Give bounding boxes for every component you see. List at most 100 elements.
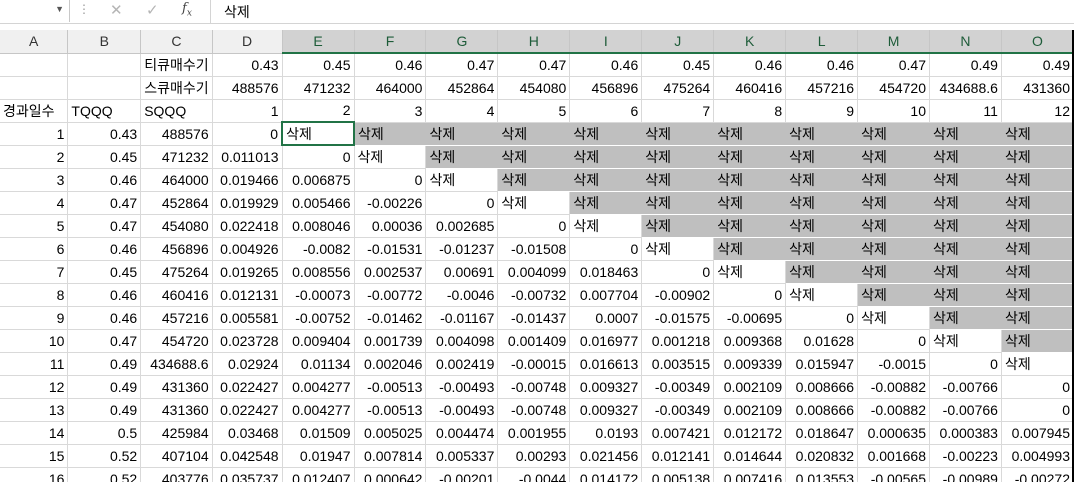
cell[interactable]: 0.013553 — [785, 467, 859, 482]
cell[interactable]: 0.5 — [67, 421, 142, 445]
cell[interactable]: 8 — [713, 99, 787, 123]
cell[interactable]: 460416 — [140, 283, 213, 307]
row-label-cell[interactable]: 1 — [0, 122, 69, 146]
delete-label-cell[interactable]: 삭제 — [1001, 260, 1074, 284]
delete-label-cell[interactable]: 삭제 — [641, 237, 715, 261]
delete-label-cell[interactable]: 삭제 — [569, 191, 643, 215]
delete-label-cell[interactable]: 삭제 — [569, 214, 643, 238]
cell[interactable]: 0.005025 — [354, 421, 427, 445]
delete-label-cell[interactable]: 삭제 — [497, 122, 571, 146]
cell[interactable]: -0.00015 — [497, 352, 571, 376]
row-label-cell[interactable]: 8 — [0, 283, 69, 307]
delete-label-cell[interactable]: 삭제 — [857, 306, 930, 330]
cell[interactable]: 0.45 — [282, 53, 355, 77]
cell[interactable]: 12 — [1001, 99, 1074, 123]
more-options-icon[interactable]: ⋮ — [78, 2, 90, 16]
cell[interactable]: 0.012172 — [713, 421, 787, 445]
row-label-cell[interactable]: 2 — [0, 145, 69, 169]
cell[interactable]: -0.00748 — [497, 398, 571, 422]
cell[interactable]: 0.008666 — [785, 398, 859, 422]
cell[interactable]: 7 — [641, 99, 715, 123]
cell[interactable]: -0.0015 — [857, 352, 930, 376]
cell[interactable] — [0, 76, 69, 100]
cell[interactable]: 0.007814 — [354, 444, 427, 468]
cell[interactable]: 0.00293 — [497, 444, 571, 468]
delete-label-cell[interactable]: 삭제 — [641, 214, 715, 238]
delete-label-cell[interactable]: 삭제 — [929, 191, 1002, 215]
delete-label-cell[interactable]: 삭제 — [713, 122, 787, 146]
cell[interactable]: 452864 — [140, 191, 213, 215]
cell[interactable]: 0.49 — [67, 398, 142, 422]
cell[interactable] — [67, 53, 142, 77]
cell[interactable]: 0.008046 — [282, 214, 355, 238]
cell[interactable] — [0, 53, 69, 77]
column-header-k[interactable]: K — [713, 30, 787, 54]
cell[interactable]: 0.43 — [212, 53, 283, 77]
cell[interactable]: 0.005337 — [425, 444, 499, 468]
cell[interactable]: -0.00073 — [282, 283, 355, 307]
delete-label-cell[interactable]: 삭제 — [497, 145, 571, 169]
column-header-c[interactable]: C — [140, 30, 213, 54]
cell[interactable]: -0.00223 — [929, 444, 1002, 468]
cell[interactable]: 0.009404 — [282, 329, 355, 353]
row-label-cell[interactable]: 7 — [0, 260, 69, 284]
close-icon[interactable]: ✕ — [110, 1, 123, 19]
cell[interactable]: 454720 — [857, 76, 930, 100]
cell[interactable]: 0.005138 — [641, 467, 715, 482]
cell[interactable]: 0.014172 — [569, 467, 643, 482]
delete-label-cell[interactable]: 삭제 — [713, 214, 787, 238]
cell[interactable]: 0 — [641, 260, 715, 284]
delete-label-cell[interactable]: 삭제 — [785, 168, 859, 192]
cell[interactable]: 0.007421 — [641, 421, 715, 445]
cell[interactable]: 471232 — [282, 76, 355, 100]
cell[interactable]: 0.003515 — [641, 352, 715, 376]
cell[interactable]: 464000 — [354, 76, 427, 100]
delete-label-cell[interactable]: 삭제 — [1001, 191, 1074, 215]
cell[interactable]: 0.52 — [67, 467, 142, 482]
cell[interactable]: 0.46 — [713, 53, 787, 77]
column-header-o[interactable]: O — [1001, 30, 1074, 54]
cell[interactable]: 티큐매수기 — [140, 53, 213, 77]
cell[interactable]: 0.011013 — [212, 145, 283, 169]
cell[interactable]: 407104 — [140, 444, 213, 468]
cell[interactable]: 0.023728 — [212, 329, 283, 353]
cell[interactable]: 0 — [354, 168, 427, 192]
cell[interactable]: 0.012131 — [212, 283, 283, 307]
cell[interactable]: 0 — [1001, 398, 1074, 422]
cell[interactable]: 454720 — [140, 329, 213, 353]
cell[interactable]: 0 — [713, 283, 787, 307]
delete-label-cell[interactable]: 삭제 — [354, 122, 427, 146]
column-header-m[interactable]: M — [857, 30, 930, 54]
cell[interactable]: 0.49 — [929, 53, 1002, 77]
row-label-cell[interactable]: 4 — [0, 191, 69, 215]
delete-label-cell[interactable]: 삭제 — [1001, 168, 1074, 192]
cell[interactable]: 0.43 — [67, 122, 142, 146]
delete-label-cell[interactable]: 삭제 — [857, 237, 930, 261]
cell[interactable]: 스큐매수기 — [140, 76, 213, 100]
cell[interactable]: 425984 — [140, 421, 213, 445]
delete-label-cell[interactable]: 삭제 — [1001, 283, 1074, 307]
cell[interactable]: 456896 — [569, 76, 643, 100]
cell[interactable]: 0 — [425, 191, 499, 215]
cell[interactable]: 0.005466 — [282, 191, 355, 215]
cell[interactable]: 0.007945 — [1001, 421, 1074, 445]
cell[interactable]: -0.0046 — [425, 283, 499, 307]
cell[interactable]: -0.00493 — [425, 398, 499, 422]
cell[interactable]: 0.46 — [785, 53, 859, 77]
delete-label-cell[interactable]: 삭제 — [1001, 214, 1074, 238]
delete-label-cell[interactable]: 삭제 — [281, 121, 355, 146]
cell[interactable]: 0.002685 — [425, 214, 499, 238]
delete-label-cell[interactable]: 삭제 — [785, 145, 859, 169]
column-header-b[interactable]: B — [67, 30, 142, 54]
cell[interactable]: 0.018647 — [785, 421, 859, 445]
delete-label-cell[interactable]: 삭제 — [857, 260, 930, 284]
cell[interactable]: 431360 — [1001, 76, 1074, 100]
cell[interactable]: 431360 — [140, 375, 213, 399]
cell[interactable]: -0.00732 — [497, 283, 571, 307]
cell[interactable]: TQQQ — [67, 99, 142, 123]
delete-label-cell[interactable]: 삭제 — [929, 145, 1002, 169]
cell[interactable]: 0.52 — [67, 444, 142, 468]
column-header-a[interactable]: A — [0, 30, 69, 54]
delete-label-cell[interactable]: 삭제 — [929, 306, 1002, 330]
delete-label-cell[interactable]: 삭제 — [785, 260, 859, 284]
